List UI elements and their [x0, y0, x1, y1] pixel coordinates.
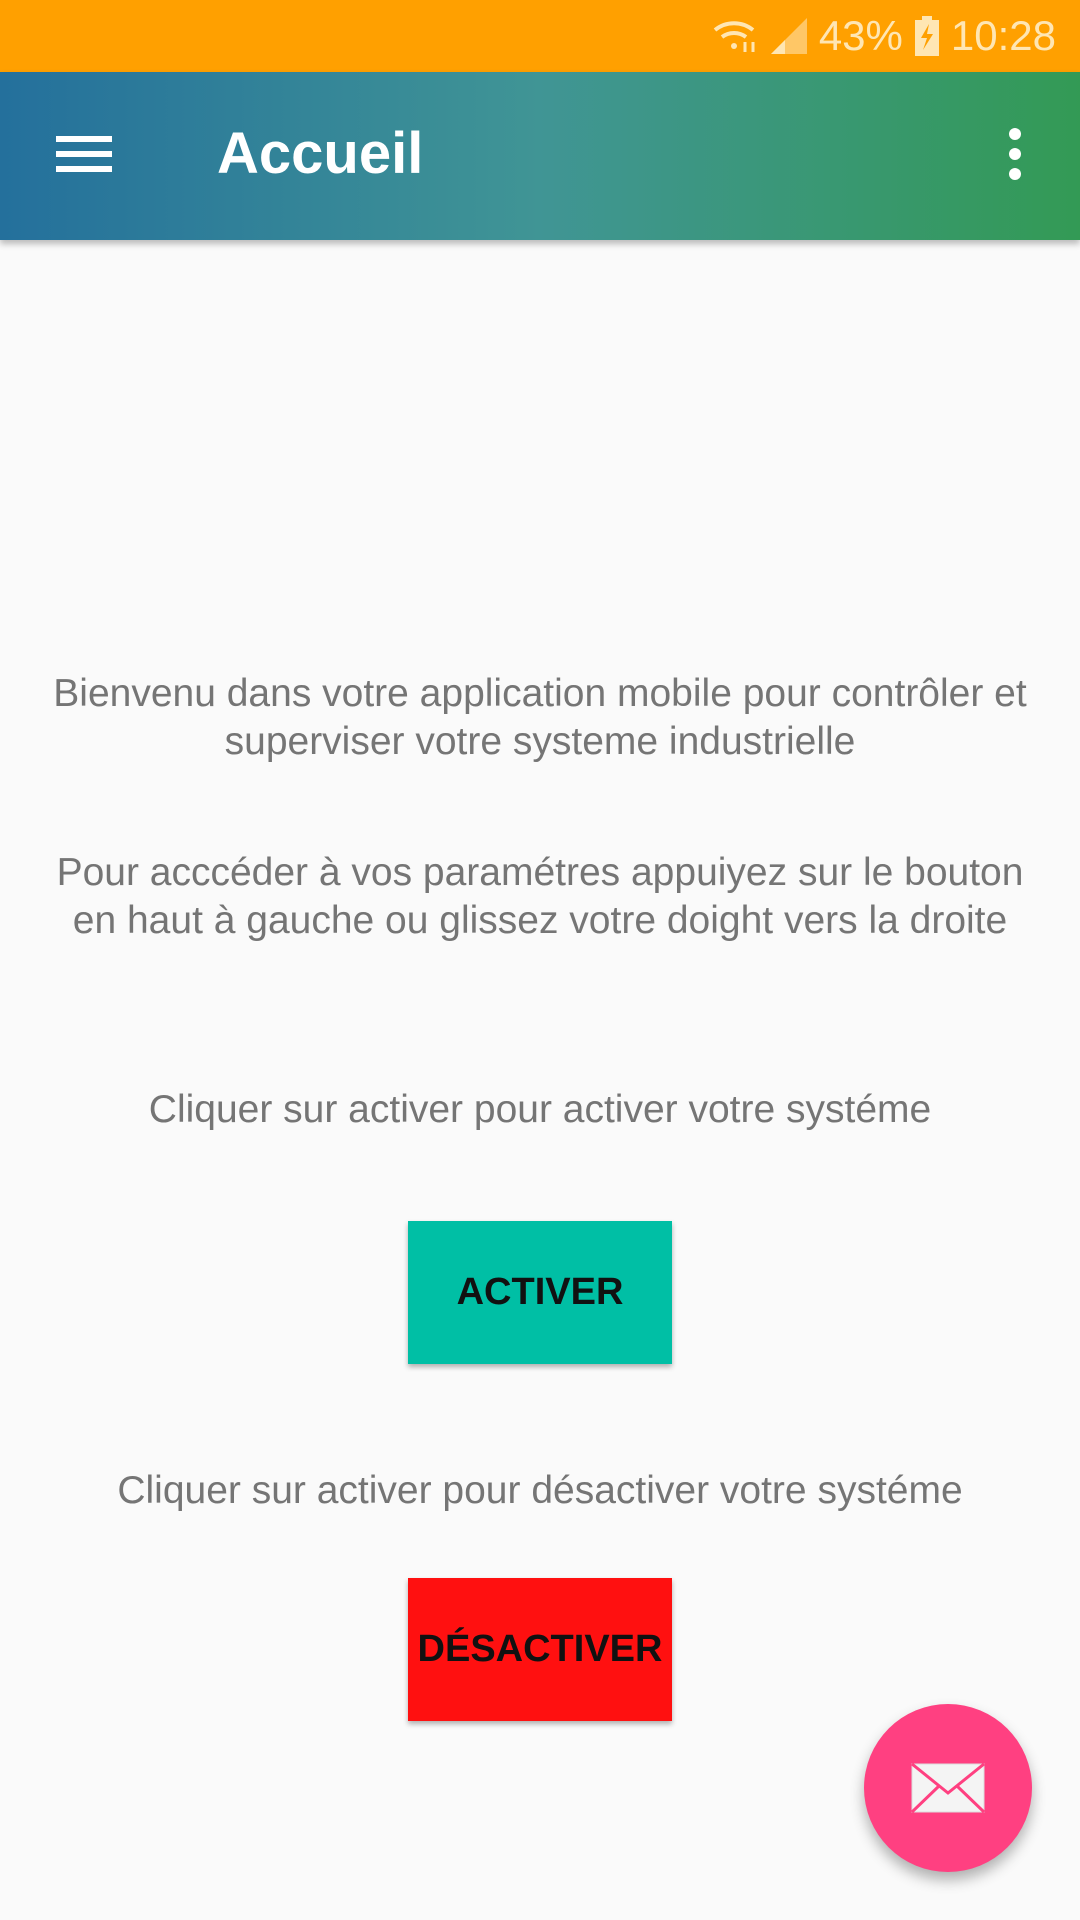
status-bar: 43% 10:28	[0, 0, 1080, 72]
welcome-line-2: superviser votre systeme industrielle	[224, 720, 856, 763]
deactivate-button[interactable]: DÉSACTIVER	[408, 1578, 672, 1721]
clock: 10:28	[950, 12, 1056, 59]
battery-charging-icon	[914, 16, 939, 56]
activate-button[interactable]: ACTIVER	[408, 1221, 672, 1364]
hint-line-2: en haut à gauche ou glissez votre doight…	[72, 899, 1008, 942]
menu-icon[interactable]	[48, 124, 120, 184]
activate-instructions: Cliquer sur activer pour activer votre s…	[148, 1088, 932, 1131]
wifi-icon	[713, 21, 755, 52]
signal-icon	[770, 18, 807, 54]
more-options-icon[interactable]	[990, 122, 1038, 186]
welcome-text: Bienvenu dans votre application mobile p…	[0, 670, 1080, 766]
envelope-icon	[911, 1763, 985, 1813]
deactivate-instructions: Cliquer sur activer pour désactiver votr…	[117, 1469, 963, 1512]
page-title: Accueil	[217, 121, 424, 186]
welcome-line-1: Bienvenu dans votre application mobile p…	[53, 672, 1027, 715]
battery-percent: 43%	[818, 12, 903, 59]
app-toolbar: Accueil	[0, 72, 1080, 240]
hint-text: Pour acccéder à vos paramétres appuiyez …	[0, 849, 1080, 945]
hint-line-1: Pour acccéder à vos paramétres appuiyez …	[56, 851, 1024, 894]
email-fab[interactable]	[864, 1704, 1032, 1872]
